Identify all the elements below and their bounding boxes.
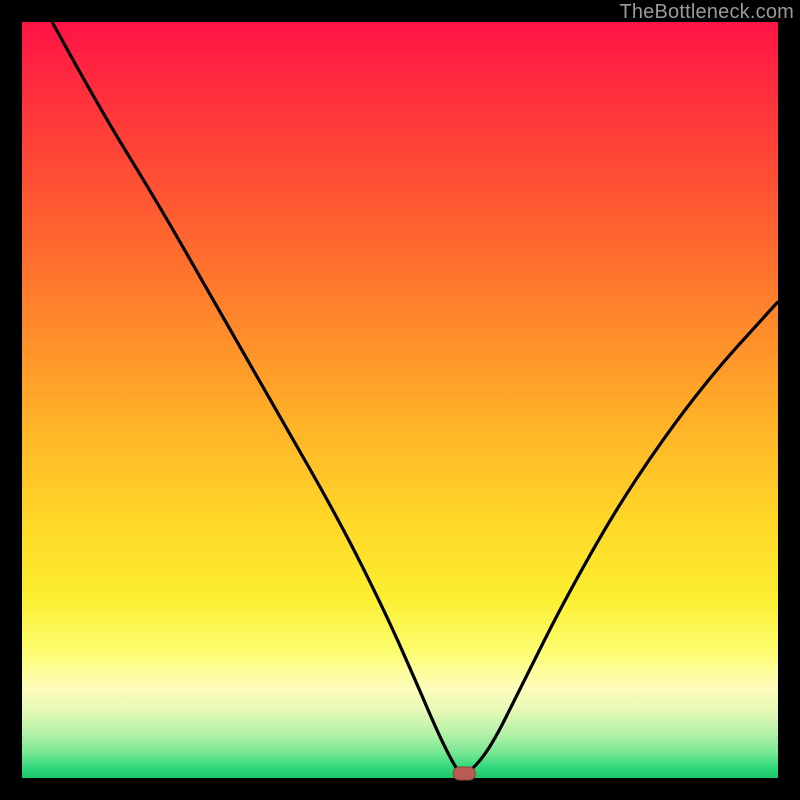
curve-path xyxy=(52,22,778,774)
optimum-marker xyxy=(453,767,475,780)
chart-frame: TheBottleneck.com xyxy=(0,0,800,800)
watermark-text: TheBottleneck.com xyxy=(619,1,794,24)
bottleneck-curve xyxy=(22,22,778,778)
plot-area xyxy=(22,22,778,778)
